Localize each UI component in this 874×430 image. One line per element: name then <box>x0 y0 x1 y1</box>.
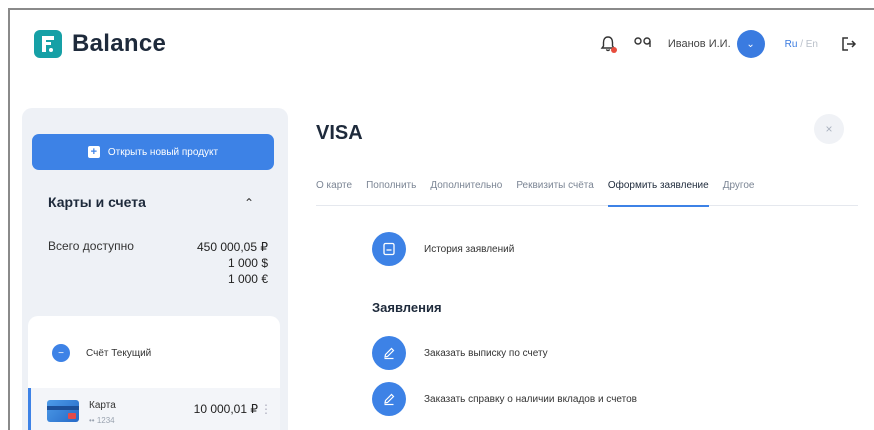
plus-icon: + <box>87 146 100 158</box>
balance-eur: 1 000 € <box>227 272 268 286</box>
card-number: •• 1234 <box>89 416 115 425</box>
card-name: Карта <box>89 400 116 411</box>
order-certificate-label: Заказать справку о наличии вкладов и сче… <box>424 393 637 405</box>
account-name: Счёт Текущий <box>86 347 152 359</box>
account-card: − Счёт Текущий Карта •• 1234 10 000,01 ₽… <box>28 316 280 430</box>
order-statement-link[interactable]: Заказать выписку по счету <box>372 336 548 370</box>
user-name[interactable]: Иванов И.И. <box>668 38 731 50</box>
close-icon: × <box>825 122 833 136</box>
tab-additional[interactable]: Дополнительно <box>430 180 502 206</box>
open-new-product-label: Открыть новый продукт <box>107 146 219 158</box>
notification-dot <box>610 47 617 53</box>
order-statement-label: Заказать выписку по счету <box>424 347 548 359</box>
total-available-values: 450 000,05 ₽ 1 000 $ 1 000 € <box>197 239 268 287</box>
bell-icon[interactable] <box>598 34 618 54</box>
logo[interactable]: Balance <box>34 30 166 58</box>
applications-history-link[interactable]: История заявлений <box>372 232 514 266</box>
tab-account-details[interactable]: Реквизиты счёта <box>516 180 593 206</box>
lang-separator: / <box>797 38 806 50</box>
balance-rub: 450 000,05 ₽ <box>196 240 268 254</box>
open-new-product-button[interactable]: + Открыть новый продукт <box>32 134 274 170</box>
account-row[interactable]: − Счёт Текущий <box>52 344 151 362</box>
tab-about-card[interactable]: О карте <box>316 180 352 206</box>
pencil-icon <box>372 382 406 416</box>
more-vertical-icon[interactable]: ⋮ <box>260 402 272 416</box>
total-available-label: Всего доступно <box>48 239 134 253</box>
low-vision-icon[interactable] <box>634 36 652 52</box>
sidebar: + Открыть новый продукт Карты и счета ⌃ … <box>22 108 288 430</box>
chevron-down-icon: ⌄ <box>746 38 755 50</box>
tab-submit-application[interactable]: Оформить заявление <box>607 180 709 207</box>
logo-mark-icon <box>34 30 62 58</box>
tab-other[interactable]: Другое <box>723 180 755 206</box>
user-menu-button[interactable]: ⌄ <box>736 30 765 58</box>
page-title: VISA <box>316 122 363 144</box>
applications-history-label: История заявлений <box>424 243 515 255</box>
tab-top-up[interactable]: Пополнить <box>366 180 416 206</box>
app-window: Balance Иванов И.И. ⌄ Ru / En + Открыть … <box>8 8 874 430</box>
brand-name: Balance <box>72 30 167 57</box>
applications-heading: Заявления <box>372 300 442 315</box>
card-thumbnail-icon <box>47 400 79 422</box>
header-actions: Иванов И.И. ⌄ Ru / En <box>598 30 858 58</box>
lang-ru[interactable]: Ru <box>785 39 798 50</box>
close-button[interactable]: × <box>814 114 844 144</box>
lang-en[interactable]: En <box>806 39 818 50</box>
language-switcher: Ru / En <box>785 39 818 50</box>
document-icon <box>372 232 406 266</box>
tab-bar: О карте Пополнить Дополнительно Реквизит… <box>316 180 858 207</box>
collapse-icon: − <box>52 344 70 362</box>
header: Balance Иванов И.И. ⌄ Ru / En <box>10 10 874 80</box>
card-balance: 10 000,01 ₽ <box>193 402 258 416</box>
card-list-item[interactable]: Карта •• 1234 10 000,01 ₽ ⋮ <box>28 388 280 430</box>
cards-accounts-title: Карты и счета <box>48 194 146 210</box>
chevron-up-icon[interactable]: ⌃ <box>244 196 254 210</box>
pencil-icon <box>372 336 406 370</box>
order-certificate-link[interactable]: Заказать справку о наличии вкладов и сче… <box>372 382 637 416</box>
balance-usd: 1 000 $ <box>227 256 268 270</box>
logout-icon[interactable] <box>840 35 858 53</box>
